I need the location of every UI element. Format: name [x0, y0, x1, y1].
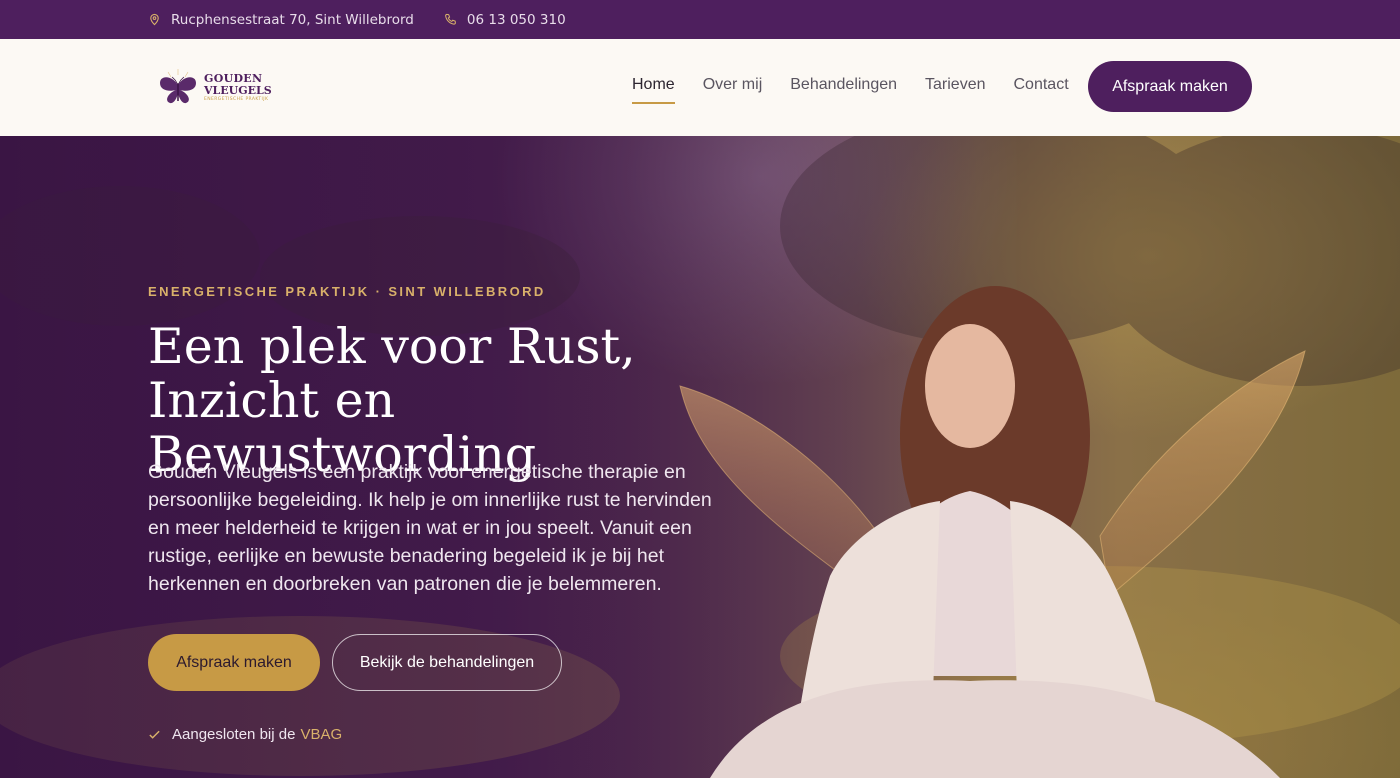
nav-item-tarieven[interactable]: Tarieven: [925, 76, 985, 104]
site-logo[interactable]: GOUDEN VLEUGELS ENERGETISCHE PRAKTIJK: [154, 65, 272, 111]
nav-item-contact[interactable]: Contact: [1014, 76, 1069, 104]
top-info-bar: Rucphensestraat 70, Sint Willebrord 06 1…: [0, 0, 1400, 39]
phone-text[interactable]: 06 13 050 310: [467, 12, 566, 28]
vbag-link[interactable]: VBAG: [300, 726, 342, 743]
phone-item[interactable]: 06 13 050 310: [444, 12, 566, 28]
check-icon: [149, 730, 160, 739]
header-appointment-button[interactable]: Afspraak maken: [1088, 61, 1252, 112]
address-item: Rucphensestraat 70, Sint Willebrord: [148, 12, 414, 28]
affiliation-note: Aangesloten bij de VBAG: [148, 726, 342, 743]
hero-appointment-button[interactable]: Afspraak maken: [148, 634, 320, 691]
hero-intro-text: Gouden Vleugels is een praktijk voor ene…: [148, 461, 712, 595]
nav-item-over-mij[interactable]: Over mij: [703, 76, 763, 104]
nav-item-behandelingen[interactable]: Behandelingen: [790, 76, 897, 104]
logo-name-line1: GOUDEN: [204, 72, 263, 86]
logo-name-line2: VLEUGELS: [204, 84, 272, 98]
hero-eyebrow: ENERGETISCHE PRAKTIJK · SINT WILLEBRORD: [148, 284, 546, 299]
logo-tagline: ENERGETISCHE PRAKTIJK: [204, 97, 269, 103]
phone-icon: [445, 13, 456, 25]
address-text: Rucphensestraat 70, Sint Willebrord: [171, 11, 414, 28]
main-navigation: Home Over mij Behandelingen Tarieven Con…: [632, 76, 1097, 104]
affiliation-text: Aangesloten bij de: [172, 726, 296, 743]
butterfly-icon: [160, 69, 196, 104]
nav-item-home[interactable]: Home: [632, 76, 675, 104]
view-treatments-button[interactable]: Bekijk de behandelingen: [332, 634, 562, 691]
hero-section: ENERGETISCHE PRAKTIJK · SINT WILLEBRORD …: [0, 136, 1400, 778]
location-pin-icon: [150, 13, 159, 26]
site-header: GOUDEN VLEUGELS ENERGETISCHE PRAKTIJK Ho…: [0, 39, 1400, 136]
